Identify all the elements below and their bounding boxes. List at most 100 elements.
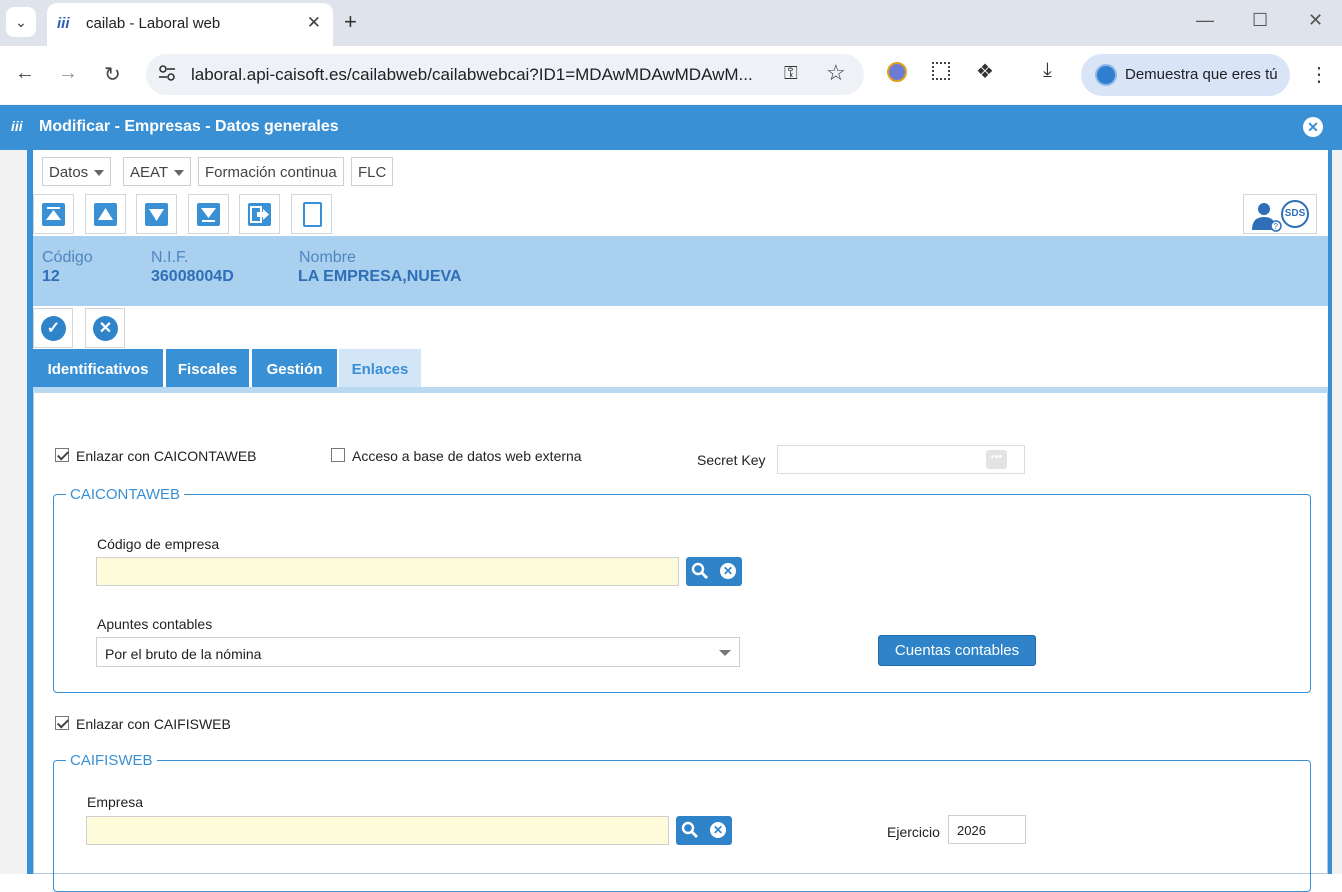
minimize-icon[interactable]: — [1196, 10, 1214, 31]
nombre-label: Nombre [299, 249, 356, 266]
clear-button[interactable]: ✕ [714, 557, 742, 586]
caret-down-icon [174, 170, 185, 177]
menu-aeat[interactable]: AEAT [123, 157, 192, 186]
export-arrow-icon [248, 203, 271, 226]
more-menu-icon[interactable]: ⋮ [1309, 62, 1329, 87]
apuntes-select[interactable]: Por el bruto de la nómina [96, 637, 740, 667]
profile-chip[interactable]: Demuestra que eres tú [1081, 54, 1290, 96]
tab-title: cailab - Laboral web [86, 15, 221, 32]
address-bar[interactable]: laboral.api-caisoft.es/cailabweb/cailabw… [146, 54, 864, 95]
password-key-icon[interactable]: ⚿ [784, 63, 798, 84]
search-button[interactable] [676, 816, 704, 845]
empresa-lookup: ✕ [676, 816, 732, 845]
caifisweb-legend: CAIFISWEB [70, 752, 153, 769]
previous-record-button[interactable] [85, 194, 126, 234]
empresa-input[interactable] [86, 816, 669, 845]
enlazar-caicontaweb-label: Enlazar con CAICONTAWEB [76, 448, 257, 464]
acceso-externa-checkbox[interactable] [331, 448, 345, 462]
ejercicio-label: Ejercicio [887, 824, 940, 840]
ejercicio-input[interactable]: 2026 [948, 815, 1026, 844]
tab-gestion[interactable]: Gestión [252, 349, 337, 388]
forward-icon[interactable]: → [58, 62, 78, 85]
new-tab-icon[interactable]: + [344, 9, 357, 35]
dialog-titlebar: iii Modificar - Empresas - Datos general… [0, 105, 1342, 150]
dialog-border-right [1328, 150, 1332, 874]
browser-tab-bar: ⌄ iii cailab - Laboral web ✕ + — ☐ ✕ [0, 0, 1342, 46]
reload-icon[interactable]: ↻ [104, 62, 121, 87]
cancel-x-icon: ✕ [93, 316, 118, 341]
search-icon [691, 562, 708, 579]
enlazar-caifisweb-label: Enlazar con CAIFISWEB [76, 716, 231, 732]
check-icon: ✓ [41, 316, 66, 341]
codigo-empresa-lookup: ✕ [686, 557, 742, 586]
enlazar-caicontaweb-checkbox[interactable] [55, 448, 69, 462]
secret-key-label: Secret Key [697, 452, 766, 468]
empresa-label: Empresa [87, 794, 144, 810]
apuntes-label: Apuntes contables [97, 616, 213, 632]
clear-icon: ✕ [720, 563, 736, 579]
cuentas-contables-button[interactable]: Cuentas contables [878, 635, 1036, 666]
extension-globe-icon[interactable] [887, 62, 907, 82]
nif-label: N.I.F. [151, 249, 189, 266]
url-text: laboral.api-caisoft.es/cailabweb/cailabw… [191, 65, 753, 84]
download-icon[interactable]: ⤓ [1043, 59, 1052, 82]
dialog-body: Datos AEAT Formación continua FLC ? SDS … [33, 150, 1328, 892]
secret-key-input[interactable]: ••• [777, 445, 1025, 474]
export-button[interactable] [239, 194, 280, 234]
help-sds-button[interactable]: ? SDS [1243, 194, 1317, 234]
menu-flc[interactable]: FLC [351, 157, 394, 186]
bookmark-star-icon[interactable]: ☆ [826, 60, 846, 86]
accept-button[interactable]: ✓ [33, 308, 73, 348]
last-icon [197, 203, 220, 226]
first-record-button[interactable] [33, 194, 74, 234]
record-summary: Código 12 N.I.F. 36008004D Nombre LA EMP… [33, 236, 1328, 306]
ellipsis-icon[interactable]: ••• [986, 450, 1007, 469]
browser-toolbar: ← → ↻ laboral.api-caisoft.es/cailabweb/c… [0, 46, 1342, 104]
tab-enlaces[interactable]: Enlaces [339, 349, 421, 388]
app-logo-icon: iii [11, 118, 23, 134]
profile-label: Demuestra que eres tú [1125, 66, 1278, 83]
svg-text:?: ? [1274, 222, 1279, 231]
codigo-empresa-input[interactable] [96, 557, 679, 586]
search-button[interactable] [686, 557, 714, 586]
codigo-empresa-label: Código de empresa [97, 536, 220, 552]
qr-code-icon[interactable] [932, 62, 950, 80]
window-close-icon[interactable]: ✕ [1308, 10, 1323, 31]
last-record-button[interactable] [188, 194, 229, 234]
cancel-button[interactable]: ✕ [85, 308, 125, 348]
up-icon [94, 203, 117, 226]
browser-tab[interactable]: iii cailab - Laboral web ✕ [47, 3, 333, 46]
search-icon [681, 821, 698, 838]
tab-search-button[interactable]: ⌄ [6, 7, 36, 37]
back-icon[interactable]: ← [15, 62, 35, 85]
nif-value: 36008004D [151, 268, 234, 285]
dialog-title: Modificar - Empresas - Datos generales [39, 118, 339, 135]
menu-formacion-continua[interactable]: Formación continua [198, 157, 344, 186]
maximize-icon[interactable]: ☐ [1252, 10, 1268, 31]
menu-datos[interactable]: Datos [42, 157, 112, 186]
dropdown-arrow-icon [719, 650, 731, 656]
user-help-icon: ? [1252, 203, 1282, 232]
dialog-close-icon[interactable]: ✕ [1303, 117, 1323, 137]
tab-fiscales[interactable]: Fiscales [166, 349, 249, 388]
enlazar-caifisweb-checkbox[interactable] [55, 716, 69, 730]
first-icon [42, 203, 65, 226]
caret-down-icon [94, 170, 105, 177]
document-icon [303, 202, 322, 227]
blank-page-button[interactable] [291, 194, 332, 234]
next-record-button[interactable] [136, 194, 177, 234]
chevron-down-icon: ⌄ [15, 13, 27, 30]
app-favicon-icon: iii [57, 15, 70, 32]
site-settings-icon[interactable] [158, 64, 176, 82]
clear-button[interactable]: ✕ [704, 816, 732, 845]
sds-badge: SDS [1281, 200, 1309, 228]
clear-icon: ✕ [710, 822, 726, 838]
extensions-puzzle-icon[interactable]: ❖ [976, 59, 994, 84]
codigo-value: 12 [42, 268, 60, 285]
codigo-label: Código [42, 249, 93, 266]
close-tab-icon[interactable]: ✕ [307, 13, 321, 33]
nombre-value: LA EMPRESA,NUEVA [298, 268, 462, 285]
down-icon [145, 203, 168, 226]
tab-identificativos[interactable]: Identificativos [33, 349, 163, 388]
acceso-externa-label: Acceso a base de datos web externa [352, 448, 582, 464]
